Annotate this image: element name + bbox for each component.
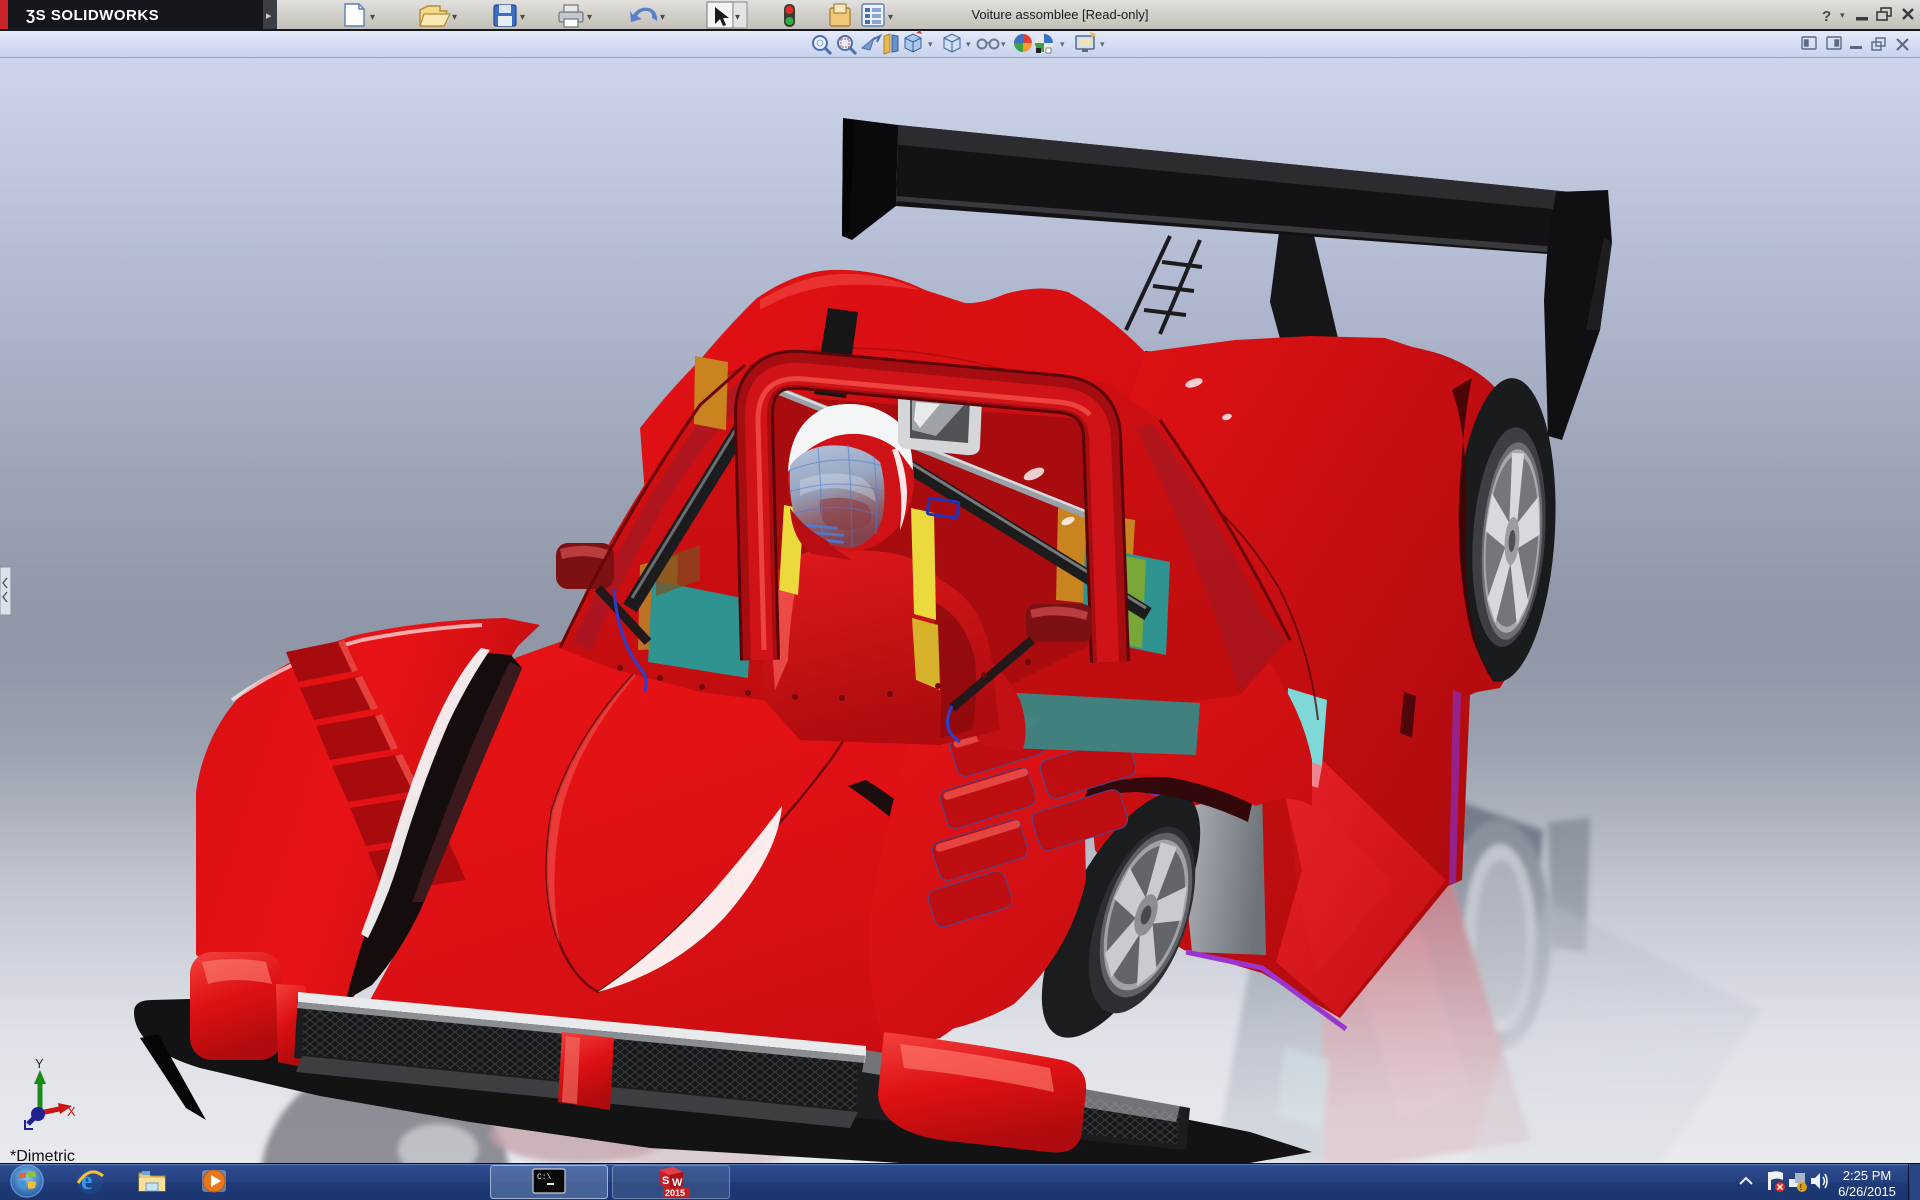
svg-text:S: S bbox=[662, 1175, 669, 1187]
svg-text:▾: ▾ bbox=[888, 12, 893, 23]
svg-text:▸: ▸ bbox=[266, 10, 272, 22]
svg-text:▾: ▾ bbox=[1001, 39, 1006, 49]
svg-text:▾: ▾ bbox=[1100, 39, 1105, 49]
svg-text:ƷS SOLIDWORKS: ƷS SOLIDWORKS bbox=[26, 7, 159, 24]
svg-text:▾: ▾ bbox=[660, 12, 665, 23]
svg-text:▾: ▾ bbox=[452, 12, 457, 23]
svg-text:Voiture assomblee [Read-only]: Voiture assomblee [Read-only] bbox=[971, 7, 1148, 22]
svg-text:▾: ▾ bbox=[966, 39, 971, 49]
svg-text:!: ! bbox=[1800, 1183, 1803, 1192]
svg-text:2015: 2015 bbox=[665, 1188, 685, 1198]
svg-text:▾: ▾ bbox=[520, 12, 525, 23]
svg-text:▾: ▾ bbox=[370, 12, 375, 23]
svg-text:e: e bbox=[81, 1166, 93, 1195]
svg-text:C:\: C:\ bbox=[537, 1173, 552, 1182]
svg-text:X: X bbox=[67, 1104, 76, 1119]
svg-text:▾: ▾ bbox=[928, 39, 933, 49]
svg-text:?: ? bbox=[1822, 8, 1831, 25]
svg-text:6/26/2015: 6/26/2015 bbox=[1838, 1184, 1896, 1199]
svg-text:2:25 PM: 2:25 PM bbox=[1843, 1168, 1891, 1183]
svg-text:▾: ▾ bbox=[1840, 10, 1845, 20]
svg-text:Y: Y bbox=[35, 1056, 44, 1071]
svg-text:*Dimetric: *Dimetric bbox=[10, 1148, 75, 1165]
svg-text:▾: ▾ bbox=[1060, 39, 1065, 49]
svg-text:▾: ▾ bbox=[587, 12, 592, 23]
svg-text:▾: ▾ bbox=[735, 12, 740, 23]
